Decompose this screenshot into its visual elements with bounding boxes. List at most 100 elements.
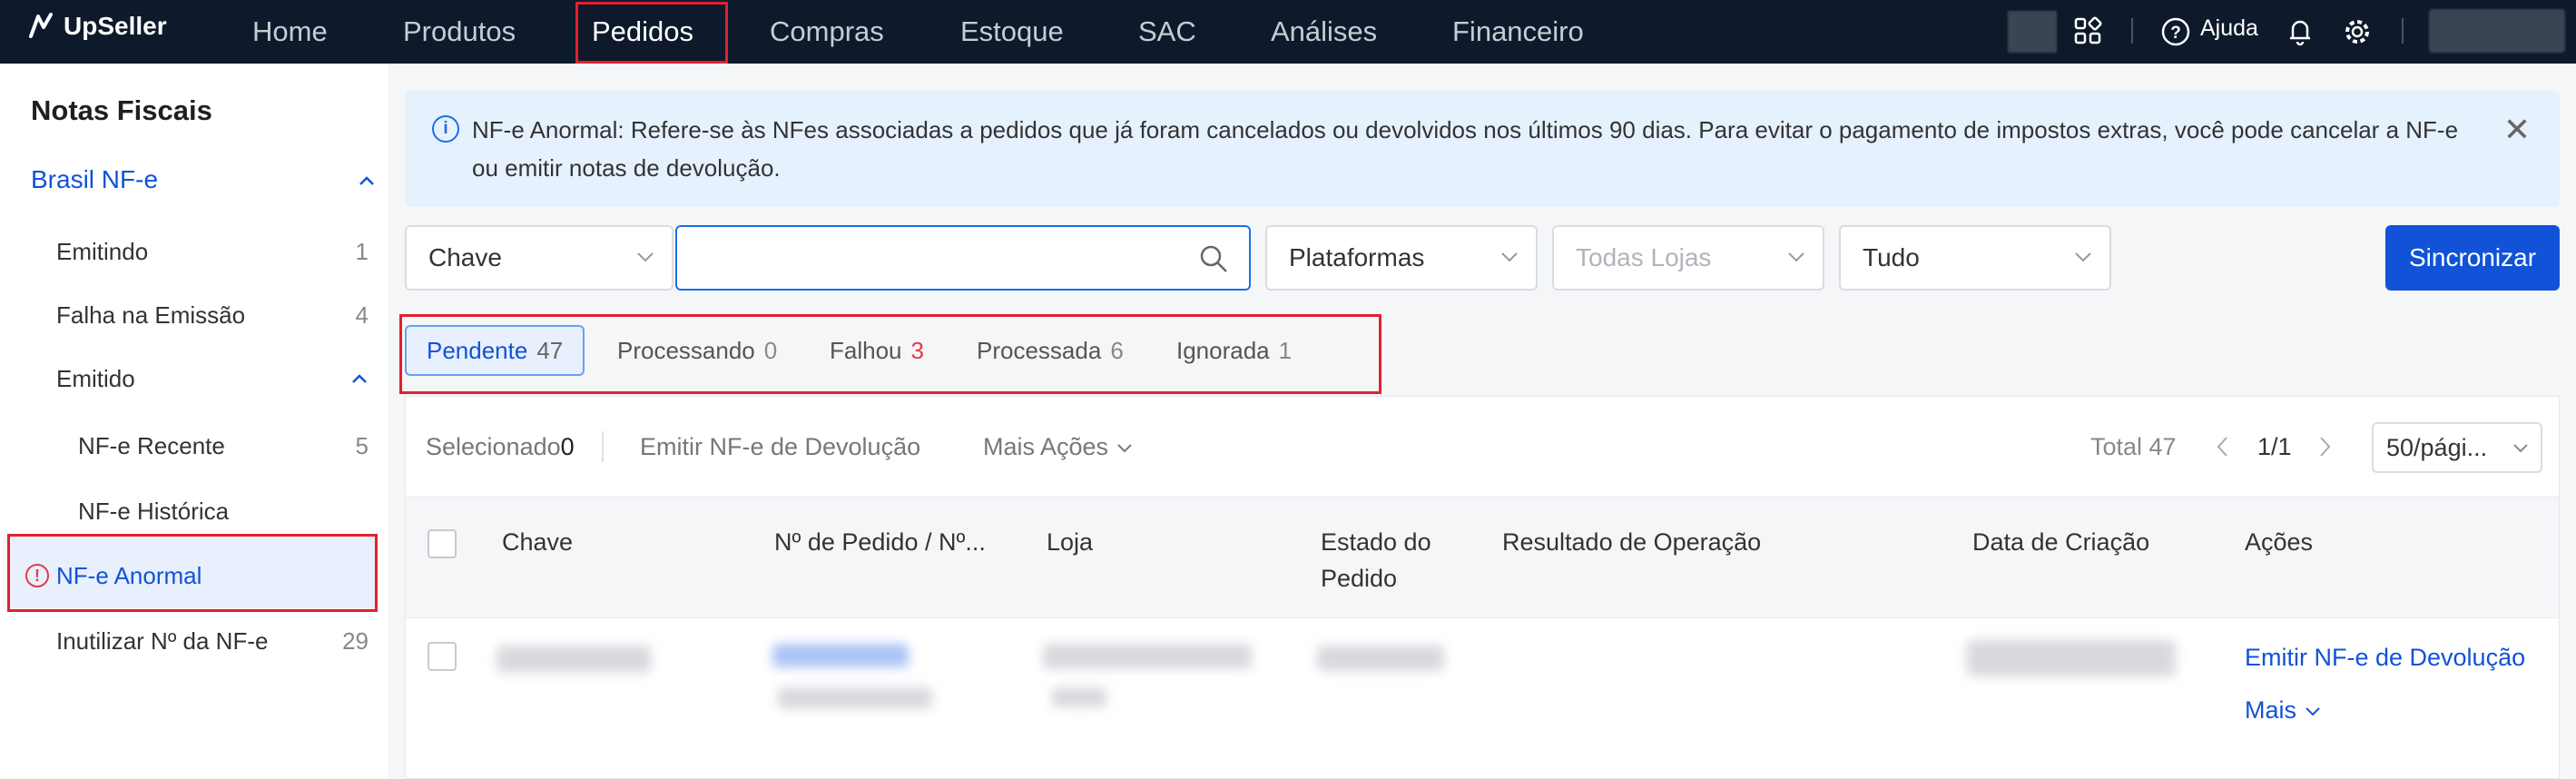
sidebar-item-count: 1: [355, 238, 369, 265]
chevron-up-icon: [352, 374, 367, 383]
blurred-key: [497, 646, 651, 673]
column-header-resultado: Resultado de Operação: [1502, 528, 1762, 556]
gear-icon[interactable]: [2342, 16, 2373, 47]
chevron-down-icon: [637, 252, 654, 262]
sidebar-item-label: Emitido: [56, 365, 135, 392]
banner-text: NF-e Anormal: Refere-se às NFes associad…: [472, 116, 2459, 182]
tab-count: 47: [536, 337, 564, 364]
svg-text:?: ?: [2170, 24, 2181, 43]
bell-icon[interactable]: [2286, 16, 2315, 47]
more-actions-dropdown[interactable]: Mais Ações: [983, 433, 1134, 461]
selected-indicator: Selecionado0: [426, 433, 575, 461]
warning-icon: !: [25, 564, 49, 587]
tab-falhou[interactable]: Falhou 3: [830, 325, 924, 376]
help-icon[interactable]: ?: [2160, 16, 2191, 47]
column-header-chave: Chave: [502, 528, 574, 556]
tab-processada[interactable]: Processada 6: [977, 325, 1124, 376]
per-page-select[interactable]: 50/pági...: [2372, 422, 2542, 473]
sidebar-section-label: Brasil NF-e: [31, 165, 159, 193]
blurred-order-number: [778, 687, 932, 709]
column-header-estado: Estado do Pedido: [1321, 528, 1431, 592]
nav-sac[interactable]: SAC: [1122, 11, 1213, 53]
sidebar-item-inutilizar[interactable]: Inutilizar Nº da NF-e 29: [56, 627, 369, 656]
search-input[interactable]: [686, 227, 1249, 289]
sidebar-item-nfe-recente[interactable]: NF-e Recente 5: [78, 432, 369, 460]
blurred-order-state: [1317, 646, 1444, 671]
row-more-label: Mais: [2245, 696, 2297, 724]
column-header-acoes: Ações: [2245, 528, 2314, 556]
sidebar-item-label: Falha na Emissão: [56, 301, 246, 329]
table-card: Selecionado0 Emitir NF-e de Devolução Ma…: [405, 396, 2560, 779]
chevron-down-icon: [1501, 252, 1518, 262]
sync-button[interactable]: Sincronizar: [2385, 225, 2560, 291]
tab-label: Processando: [617, 337, 755, 364]
tab-pendente[interactable]: Pendente 47: [405, 325, 585, 376]
nav-analises[interactable]: Análises: [1254, 11, 1393, 53]
top-nav: UpSeller Home Produtos Pedidos Compras E…: [0, 0, 2576, 64]
row-more-dropdown[interactable]: Mais: [2245, 696, 2322, 725]
sidebar-title: Notas Fiscais: [31, 94, 212, 126]
blurred-store: [1043, 644, 1252, 669]
apps-grid-icon[interactable]: [2073, 16, 2102, 45]
chevron-left-icon[interactable]: [2214, 435, 2232, 459]
tab-ignorada[interactable]: Ignorada 1: [1176, 325, 1292, 376]
chevron-down-icon: [1788, 252, 1804, 262]
select-all-checkbox[interactable]: [428, 529, 457, 558]
chevron-down-icon: [2513, 444, 2528, 453]
table-header: Chave Nº de Pedido / Nº... Loja Estado d…: [406, 497, 2559, 618]
brand-logo[interactable]: UpSeller: [25, 11, 167, 42]
sidebar-item-nfe-historica[interactable]: NF-e Histórica: [78, 498, 369, 526]
page-indicator: 1/1: [2257, 433, 2292, 460]
stores-select-placeholder: Todas Lojas: [1576, 243, 1712, 271]
close-icon[interactable]: ✕: [2503, 111, 2531, 149]
sidebar-item-emitindo[interactable]: Emitindo 1: [56, 238, 369, 266]
row-checkbox[interactable]: [428, 642, 457, 671]
nav-compras[interactable]: Compras: [753, 11, 900, 53]
nav-pedidos[interactable]: Pedidos: [575, 11, 710, 53]
search-icon[interactable]: [1198, 243, 1229, 274]
issue-return-button[interactable]: Emitir NF-e de Devolução: [640, 433, 920, 461]
key-select-value: Chave: [428, 243, 502, 271]
chevron-right-icon[interactable]: [2315, 435, 2334, 459]
nav-divider: [2402, 18, 2404, 44]
column-header-data: Data de Criação: [1972, 528, 2150, 556]
sidebar-item-falha-emissao[interactable]: Falha na Emissão 4: [56, 301, 369, 330]
platform-select[interactable]: Plataformas: [1265, 225, 1538, 291]
tab-processando[interactable]: Processando 0: [617, 325, 777, 376]
per-page-value: 50/pági...: [2386, 434, 2488, 461]
blurred-order-link[interactable]: [772, 644, 909, 667]
tab-count: 6: [1110, 337, 1124, 364]
key-select[interactable]: Chave: [405, 225, 673, 291]
help-link[interactable]: Ajuda: [2200, 15, 2258, 42]
table-toolbar: Selecionado0 Emitir NF-e de Devolução Ma…: [406, 397, 2559, 497]
info-icon: i: [432, 115, 459, 143]
sidebar-item-label: NF-e Recente: [78, 432, 225, 459]
tab-label: Falhou: [830, 337, 902, 364]
blurred-account-icon[interactable]: [2008, 11, 2057, 53]
nav-estoque[interactable]: Estoque: [944, 11, 1080, 53]
sidebar: Notas Fiscais Brasil NF-e Emitindo 1 Fal…: [0, 64, 388, 779]
selected-count: 0: [560, 433, 575, 460]
status-select[interactable]: Tudo: [1839, 225, 2111, 291]
table-row: Emitir NF-e de Devolução Mais: [406, 618, 2559, 779]
sidebar-item-count: 4: [355, 301, 369, 329]
sidebar-item-emitido[interactable]: Emitido: [56, 365, 369, 393]
nav-produtos[interactable]: Produtos: [387, 11, 532, 53]
total-count: Total 47: [2090, 433, 2177, 460]
upseller-logo-icon: [29, 13, 53, 38]
stores-select[interactable]: Todas Lojas: [1552, 225, 1824, 291]
tab-count: 0: [763, 337, 778, 364]
blurred-user-menu[interactable]: [2429, 9, 2565, 53]
chevron-down-icon: [2075, 252, 2091, 262]
nav-home[interactable]: Home: [236, 11, 344, 53]
nav-financeiro[interactable]: Financeiro: [1436, 11, 1600, 53]
column-header-pedido: Nº de Pedido / Nº...: [774, 528, 986, 556]
toolbar-divider: [602, 431, 604, 462]
status-select-value: Tudo: [1863, 243, 1920, 271]
nav-divider: [2131, 18, 2133, 44]
chevron-down-icon: [2305, 707, 2320, 716]
issue-return-link[interactable]: Emitir NF-e de Devolução: [2245, 644, 2525, 672]
sidebar-section-brasil-nfe[interactable]: Brasil NF-e: [31, 165, 376, 194]
tab-count: 1: [1278, 337, 1293, 364]
search-field[interactable]: [675, 225, 1251, 291]
